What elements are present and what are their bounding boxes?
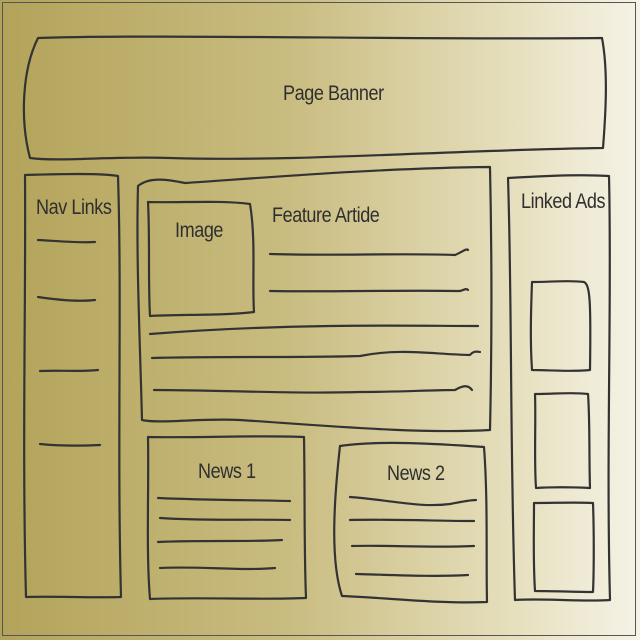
news-2-text-lines bbox=[348, 495, 478, 577]
nav-link-line bbox=[38, 368, 100, 373]
nav-link-line bbox=[38, 442, 102, 447]
news-text-line bbox=[156, 538, 284, 544]
news-text-line bbox=[348, 495, 478, 507]
news-1-text-lines bbox=[156, 496, 292, 571]
news-text-line bbox=[350, 544, 476, 548]
feature-image-label: Image bbox=[175, 219, 224, 242]
nav-link-lines bbox=[36, 238, 102, 447]
feature-text-line bbox=[152, 385, 474, 394]
banner-label: Page Banner bbox=[283, 82, 384, 105]
ad-box bbox=[532, 501, 595, 594]
feature-text-line bbox=[268, 248, 470, 257]
news-text-line bbox=[348, 518, 476, 523]
feature-text-line bbox=[148, 324, 480, 336]
news-text-line bbox=[354, 572, 470, 577]
feature-text-lines bbox=[148, 248, 482, 394]
news-text-line bbox=[156, 496, 292, 503]
nav-link-line bbox=[36, 295, 97, 302]
news-2-label: News 2 bbox=[387, 462, 445, 485]
nav-link-line bbox=[36, 238, 97, 244]
feature-text-line bbox=[268, 288, 470, 293]
linked-ads-label: Linked Ads bbox=[521, 190, 606, 213]
ad-box bbox=[533, 392, 592, 490]
nav-links-label: Nav Links bbox=[36, 196, 112, 219]
ad-box bbox=[529, 280, 592, 372]
news-text-line bbox=[158, 516, 292, 522]
news-text-line bbox=[158, 566, 277, 571]
nav-links-box bbox=[23, 172, 123, 599]
news-1-label: News 1 bbox=[198, 460, 256, 483]
feature-article-label: Feature Artide bbox=[272, 204, 380, 227]
feature-text-line bbox=[150, 350, 482, 360]
